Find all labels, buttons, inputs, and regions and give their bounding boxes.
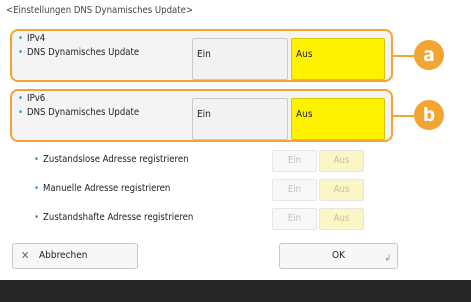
ok-button-label: OK	[332, 250, 345, 261]
manuelle-aus-button[interactable]: Aus	[319, 179, 364, 201]
cancel-button[interactable]: ✕ Abbrechen	[12, 243, 138, 269]
page-title: <Einstellungen DNS Dynamisches Update>	[6, 5, 194, 16]
zustandslose-adresse-label: Zustandslose Adresse registrieren	[34, 154, 188, 165]
ipv6-title: IPv6	[18, 93, 45, 104]
callout-a-connector	[393, 55, 414, 57]
bottom-bar	[0, 280, 471, 302]
ipv4-title: IPv4	[18, 33, 45, 44]
zustandshafte-aus-button[interactable]: Aus	[319, 208, 364, 230]
ok-button[interactable]: OK ↲	[279, 243, 398, 269]
zustandslose-ein-button[interactable]: Ein	[272, 150, 317, 172]
manuelle-ein-button[interactable]: Ein	[272, 179, 317, 201]
zustandshafte-adresse-label: Zustandshafte Adresse registrieren	[34, 212, 193, 223]
zustandslose-aus-button[interactable]: Aus	[319, 150, 364, 172]
callout-b-marker: b	[414, 100, 444, 130]
ipv6-dns-update-label: DNS Dynamisches Update	[18, 107, 139, 118]
manuelle-adresse-label: Manuelle Adresse registrieren	[34, 183, 170, 194]
close-icon: ✕	[21, 249, 30, 262]
ipv4-aus-button[interactable]: Aus	[291, 38, 385, 80]
ipv6-aus-button[interactable]: Aus	[291, 98, 385, 140]
zustandshafte-ein-button[interactable]: Ein	[272, 208, 317, 230]
enter-icon: ↲	[384, 254, 391, 264]
callout-a-marker: a	[414, 40, 444, 70]
cancel-button-label: Abbrechen	[39, 250, 88, 261]
ipv4-ein-button[interactable]: Ein	[192, 38, 288, 80]
callout-b-connector	[393, 115, 414, 117]
ipv4-dns-update-label: DNS Dynamisches Update	[18, 47, 139, 58]
ipv6-ein-button[interactable]: Ein	[192, 98, 288, 140]
